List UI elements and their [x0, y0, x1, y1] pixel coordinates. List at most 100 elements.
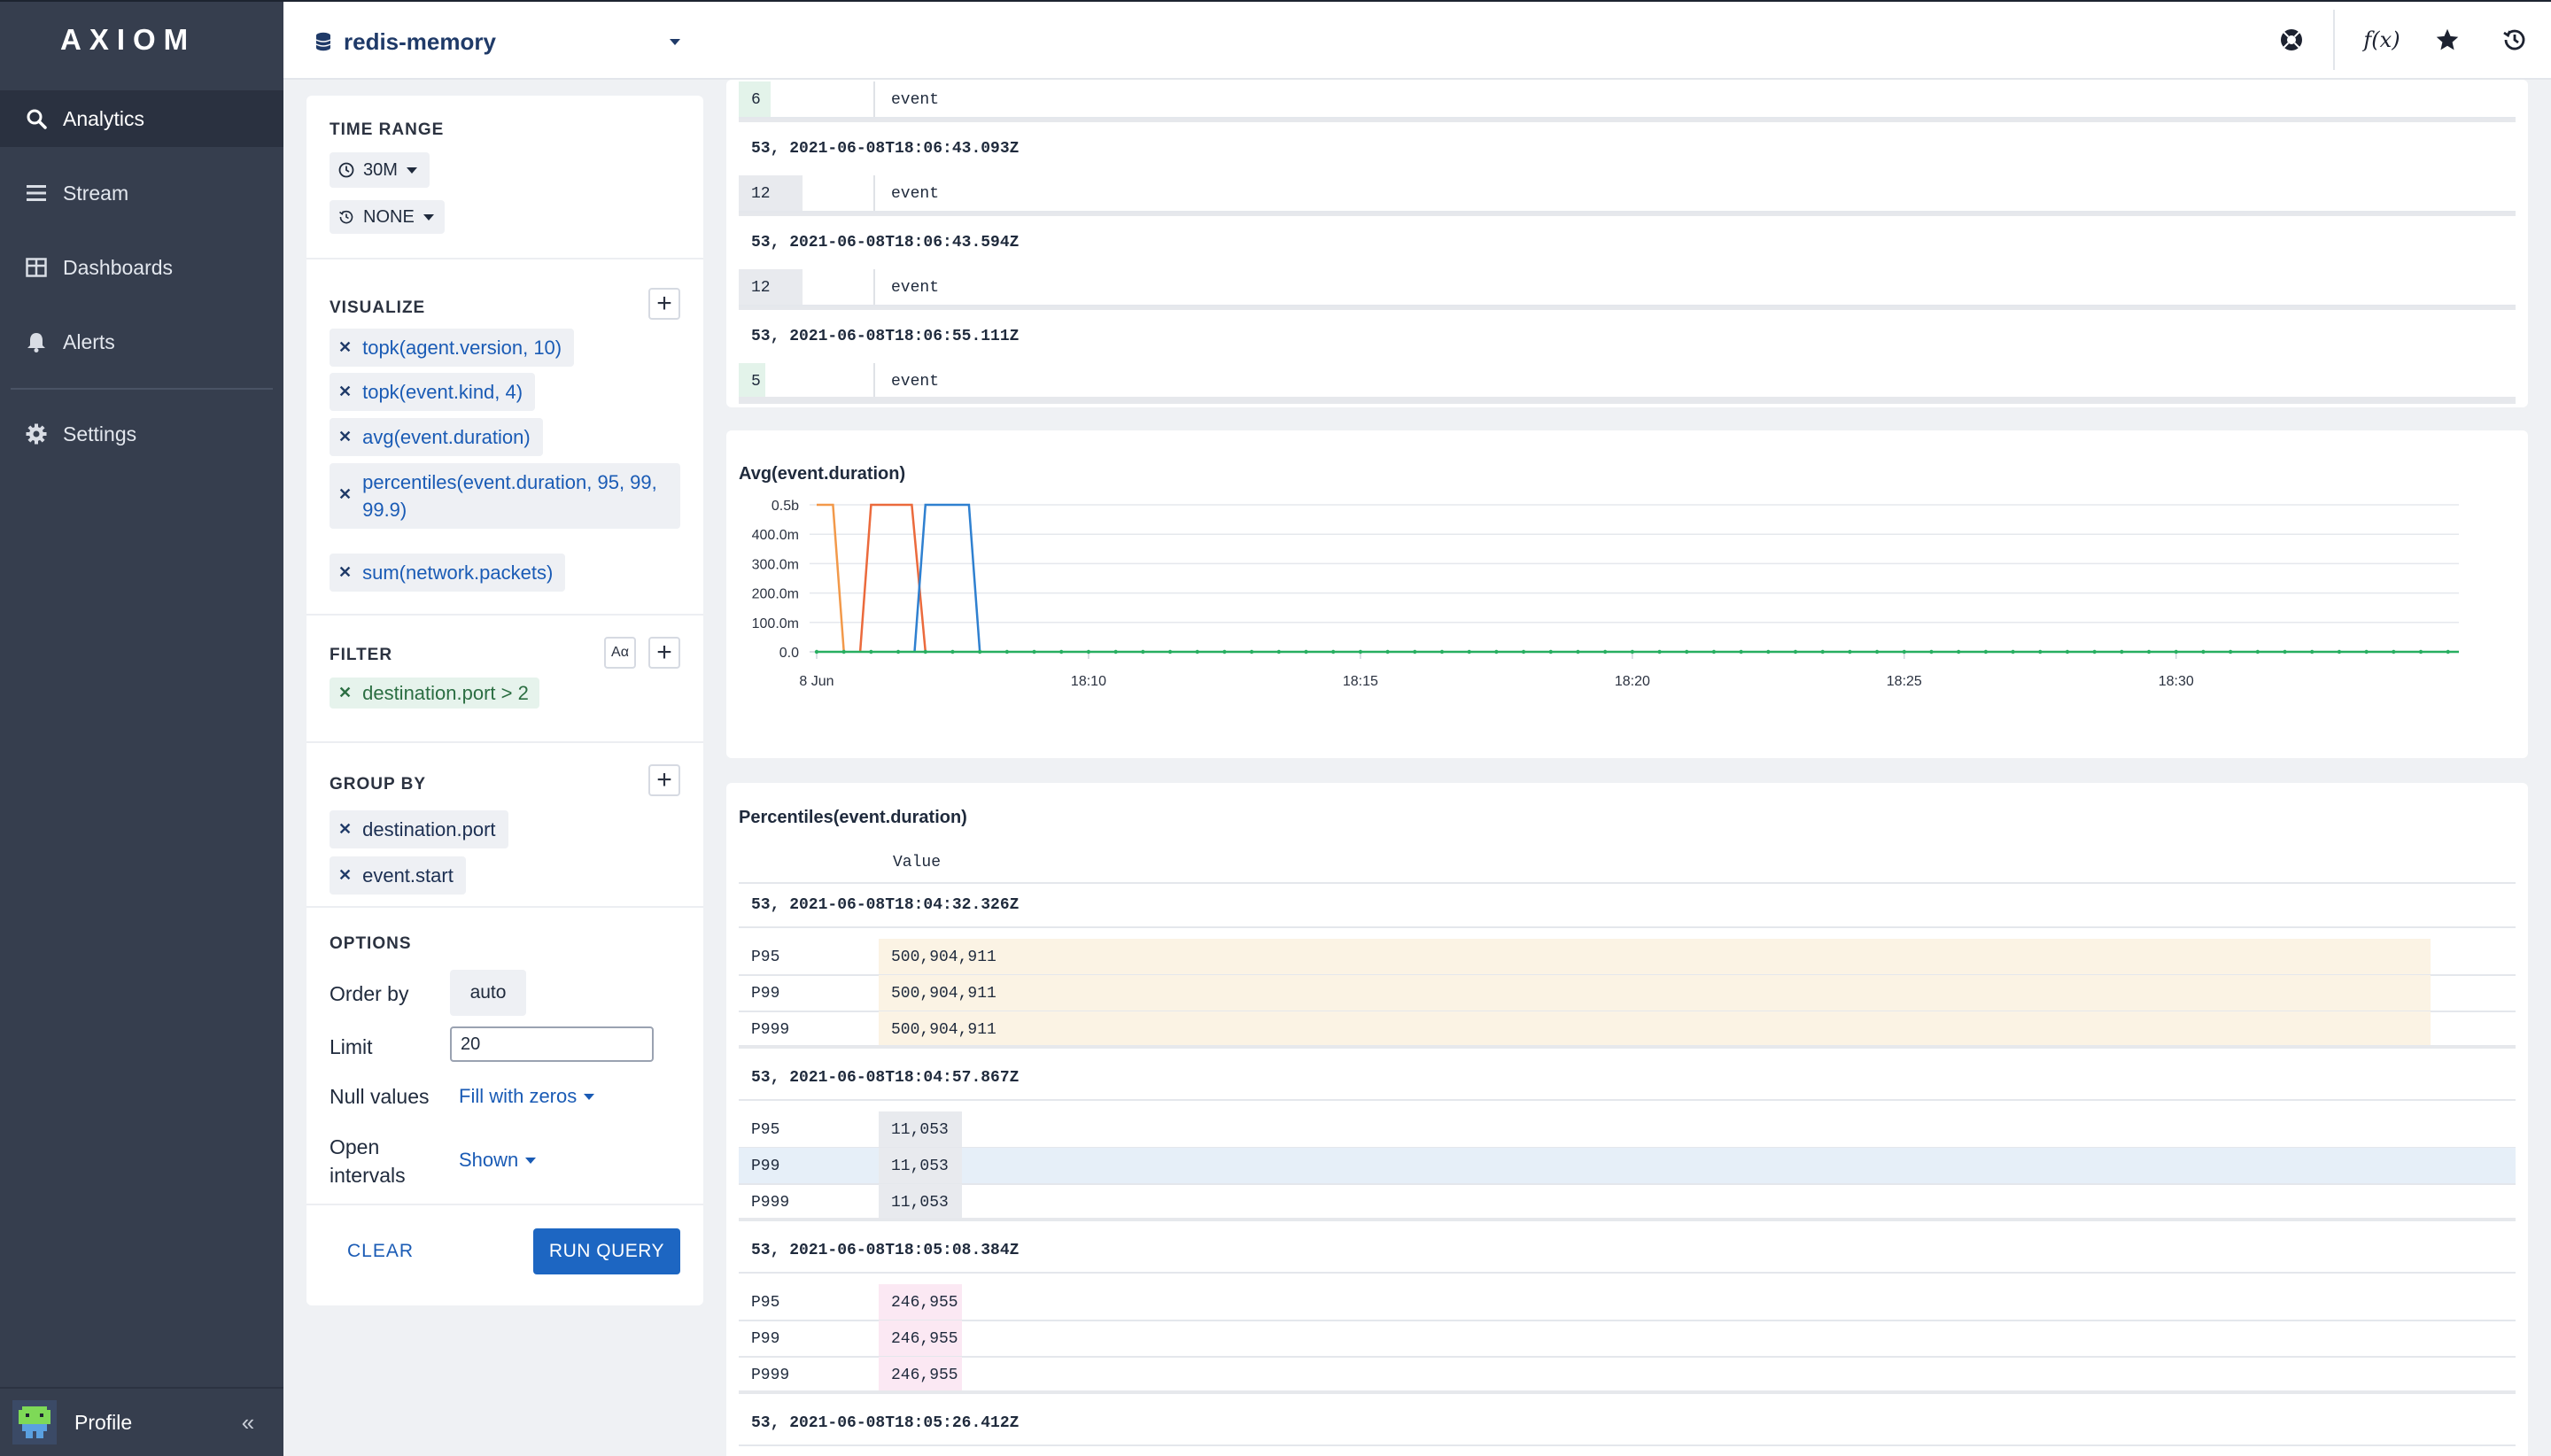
percentile-key: P999: [751, 1367, 790, 1384]
star-icon[interactable]: [2427, 19, 2468, 60]
dataset-selector[interactable]: redis-memory: [315, 23, 687, 60]
data-point: [2174, 649, 2178, 654]
sidebar-item-dashboards[interactable]: Dashboards: [0, 239, 283, 296]
data-point: [1820, 649, 1825, 654]
sidebar-divider: [11, 388, 273, 390]
app-logo[interactable]: AXIOM: [0, 0, 283, 80]
x-tick-label: 18:20: [1615, 674, 1650, 689]
percentile-key: P95: [751, 949, 780, 966]
visualize-chip-label: topk(agent.version, 10): [362, 337, 562, 359]
table-row[interactable]: P95 11,053: [739, 1111, 2516, 1149]
open-intervals-label: Open intervals: [330, 1133, 406, 1189]
double-chevron-left-icon[interactable]: «: [230, 1405, 266, 1440]
remove-icon[interactable]: ✕: [338, 378, 352, 406]
percentile-value: 11,053: [891, 1158, 949, 1175]
table-row[interactable]: 12 event: [739, 175, 2516, 213]
remove-icon[interactable]: ✕: [338, 423, 352, 451]
avg-chart-card: Avg(event.duration) 0.0 100.0m 200.0m 300.0…: [726, 430, 2528, 758]
open-intervals-select[interactable]: Shown: [459, 1149, 537, 1172]
sidebar-item-analytics[interactable]: Analytics: [0, 90, 283, 147]
remove-icon[interactable]: ✕: [338, 816, 352, 843]
table-row[interactable]: P99 500,904,911: [739, 975, 2516, 1012]
sidebar-item-label: Settings: [63, 422, 137, 445]
data-point: [1385, 649, 1390, 654]
group-by-title: GROUP BY: [330, 775, 427, 794]
add-filter-button[interactable]: +: [648, 637, 680, 669]
data-point: [2392, 649, 2396, 654]
add-visualization-button[interactable]: +: [648, 288, 680, 320]
table-row[interactable]: P95 246,955: [739, 1284, 2516, 1321]
sidebar-item-alerts[interactable]: Alerts: [0, 314, 283, 370]
run-query-button[interactable]: RUN QUERY: [533, 1228, 680, 1274]
percentile-key: P999: [751, 1194, 790, 1212]
table-row[interactable]: P999 500,904,911: [739, 1011, 2516, 1049]
filter-chip[interactable]: ✕ destination.port > 2: [330, 678, 539, 709]
group-divider: [739, 306, 2516, 310]
clear-button[interactable]: CLEAR: [347, 1241, 414, 1262]
remove-icon[interactable]: ✕: [338, 334, 352, 361]
table-row[interactable]: 6 event: [739, 81, 2516, 119]
sidebar: AXIOM Analytics Stream Dashboards Alerts…: [0, 0, 283, 1456]
group-by-chip[interactable]: ✕ event.start: [330, 856, 466, 895]
time-range-select[interactable]: 30M: [330, 152, 430, 188]
sidebar-item-label: Alerts: [63, 329, 115, 353]
data-point: [2418, 649, 2423, 654]
sidebar-item-stream[interactable]: Stream: [0, 165, 283, 221]
visualize-chip[interactable]: ✕ percentiles(event.duration, 95, 99, 99.…: [330, 463, 680, 529]
profile-menu[interactable]: Profile «: [0, 1387, 283, 1456]
percentile-value: 500,904,911: [891, 985, 996, 1003]
value-column-header: Value: [893, 854, 942, 871]
percentile-key: P95: [751, 1121, 780, 1139]
table-row[interactable]: P95 500,904,911: [739, 939, 2516, 976]
table-row[interactable]: 5 event: [739, 363, 2516, 400]
limit-input[interactable]: [450, 1026, 654, 1062]
table-row[interactable]: P99 11,053: [739, 1148, 2516, 1185]
history-icon[interactable]: [2494, 19, 2535, 60]
compare-select[interactable]: NONE: [330, 200, 445, 234]
data-point: [1059, 649, 1064, 654]
visualize-chip[interactable]: ✕ avg(event.duration): [330, 418, 543, 456]
y-tick-label: 200.0m: [752, 587, 799, 602]
row-key: 12: [739, 269, 875, 306]
remove-icon[interactable]: ✕: [338, 862, 352, 889]
row-key: 5: [739, 363, 875, 400]
row-value: event: [891, 279, 940, 297]
visualize-chip[interactable]: ✕ sum(network.packets): [330, 554, 566, 592]
data-point: [1793, 649, 1798, 654]
y-tick-label: 0.5b: [772, 499, 799, 514]
visualize-chip[interactable]: ✕ topk(agent.version, 10): [330, 329, 575, 367]
data-point: [2092, 649, 2097, 654]
data-point: [950, 649, 955, 654]
case-sensitivity-toggle[interactable]: Aα: [604, 637, 636, 669]
visualize-chip[interactable]: ✕ topk(event.kind, 4): [330, 373, 536, 411]
data-point: [814, 649, 819, 654]
remove-icon[interactable]: ✕: [338, 559, 352, 586]
table-row[interactable]: P999 246,955: [739, 1357, 2516, 1394]
table-row[interactable]: P99 246,955: [739, 1320, 2516, 1358]
group-divider: [739, 1099, 2516, 1101]
value-bar: [879, 939, 2431, 976]
remove-icon[interactable]: ✕: [338, 679, 352, 707]
order-by-select[interactable]: auto: [450, 970, 526, 1016]
remove-icon[interactable]: ✕: [338, 481, 352, 508]
value-bar: [879, 1011, 2431, 1049]
y-tick-label: 100.0m: [752, 616, 799, 631]
group-by-chip-label: event.start: [362, 864, 454, 887]
data-point: [2446, 649, 2450, 654]
function-icon[interactable]: f(x): [2361, 19, 2402, 60]
null-values-select[interactable]: Fill with zeros: [459, 1085, 595, 1108]
data-point: [977, 649, 982, 654]
group-header: 53, 2021-06-08T18:06:43.093Z: [751, 140, 1020, 158]
data-point: [1902, 649, 1907, 654]
data-point: [1439, 649, 1445, 654]
add-group-by-button[interactable]: +: [648, 764, 680, 796]
sidebar-item-settings[interactable]: Settings: [0, 406, 283, 462]
x-tick-label: 18:10: [1071, 674, 1106, 689]
table-row[interactable]: P999 11,053: [739, 1184, 2516, 1221]
table-row[interactable]: 12 event: [739, 269, 2516, 306]
header-divider: [739, 882, 2516, 884]
x-tick-label: 18:30: [2159, 674, 2194, 689]
query-builder-panel: TIME RANGE 30M NONE VISUALIZE + ✕ topk(ag…: [306, 96, 703, 1305]
group-by-chip[interactable]: ✕ destination.port: [330, 810, 508, 848]
help-icon[interactable]: [2271, 19, 2312, 60]
